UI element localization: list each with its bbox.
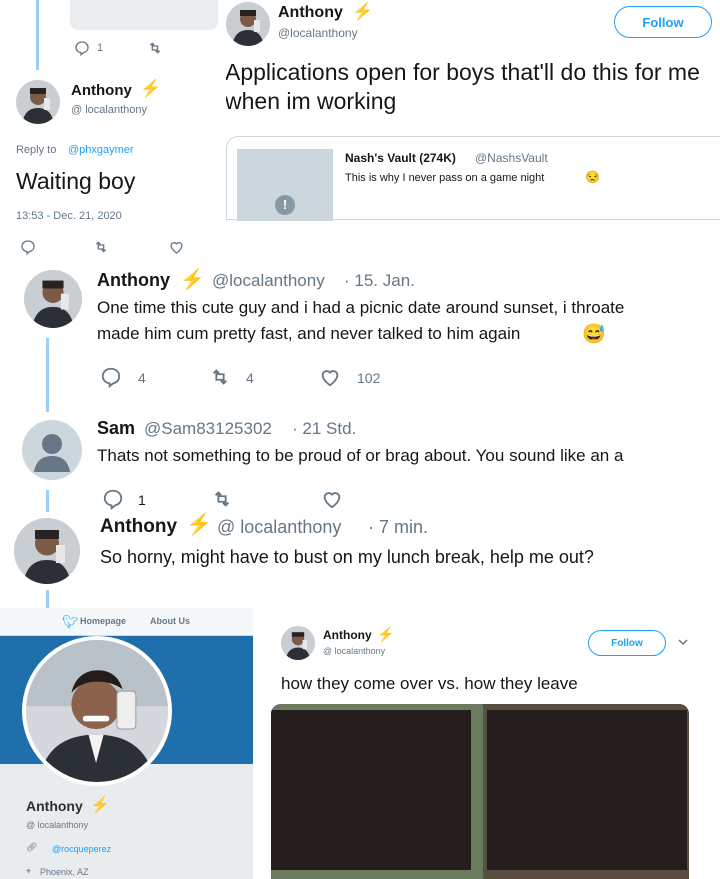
reply-icon[interactable] (20, 239, 36, 255)
follow-button[interactable]: Follow (614, 6, 712, 38)
display-name[interactable]: Anthony (71, 82, 132, 99)
censor-box-left (271, 710, 471, 870)
tweet-text: Thats not something to be proud of or br… (97, 446, 624, 465)
profile-card: 🐦︎ Homepage About Us Anthony ⚡ @ localan… (0, 608, 253, 879)
nav-homepage[interactable]: Homepage (80, 616, 126, 626)
handle[interactable]: @localanthony (278, 26, 358, 40)
emoji: 😅 (582, 324, 606, 345)
tweet-lunch-break: Anthony ⚡ @ localanthony · 7 min. So hor… (0, 512, 720, 608)
link-icon: 🔗︎ (26, 842, 38, 852)
reply-icon[interactable] (102, 488, 124, 510)
profile-link[interactable]: @rocqueperez (52, 844, 111, 854)
follow-label: Follow (642, 14, 684, 30)
tweet-applications: Anthony ⚡ @localanthony Follow Applicati… (218, 0, 720, 221)
like-icon[interactable] (168, 239, 185, 255)
twitter-bird-icon[interactable]: 🐦︎ (62, 614, 79, 630)
retweet-icon[interactable] (208, 366, 232, 388)
bolt-emoji: ⚡ (180, 269, 205, 291)
reply-label: Reply to (16, 144, 57, 156)
tweet-text: Applications open for boys that'll do th… (225, 59, 700, 114)
tweet-text: So horny, might have to bust on my lunch… (100, 547, 594, 567)
avatar[interactable] (226, 2, 270, 46)
like-icon[interactable] (318, 366, 342, 388)
thread-line (36, 0, 39, 70)
reply-icon[interactable] (74, 40, 90, 56)
retweet-icon[interactable] (146, 40, 164, 56)
tweet-time[interactable]: · 15. Jan. (344, 271, 415, 291)
bolt-emoji: ⚡ (377, 626, 395, 642)
quoted-media: ! (237, 149, 333, 221)
handle[interactable]: @ localanthony (217, 517, 341, 538)
quoted-handle: @NashsVault (475, 151, 548, 165)
like-icon[interactable] (320, 488, 344, 510)
reply-icon[interactable] (100, 366, 122, 388)
display-name[interactable]: Anthony (97, 270, 170, 291)
profile-avatar[interactable] (22, 636, 172, 786)
thread-line (46, 490, 49, 512)
censor-box-right (487, 710, 687, 870)
retweet-count: 4 (246, 370, 254, 386)
tweet-come-over: Anthony ⚡ @ localanthony Follow how they… (253, 608, 720, 879)
bolt-emoji: ⚡ (140, 79, 162, 98)
profile-name: Anthony (26, 798, 83, 814)
follow-label: Follow (611, 637, 643, 649)
avatar[interactable] (24, 270, 82, 328)
handle[interactable]: @Sam83125302 (144, 419, 272, 439)
tweet-time[interactable]: · 7 min. (368, 517, 428, 538)
retweet-icon[interactable] (92, 239, 110, 255)
display-name[interactable]: Sam (97, 418, 135, 439)
retweet-icon[interactable] (210, 488, 234, 510)
handle[interactable]: @ localanthony (323, 646, 385, 656)
display-name[interactable]: Anthony (100, 516, 177, 538)
reply-count: 1 (97, 42, 104, 54)
media-placeholder (70, 0, 218, 30)
thread-line (46, 338, 49, 412)
tweet-sam: Sam @Sam83125302 · 21 Std. Thats not som… (0, 412, 720, 512)
tweet-waiting-boy: Anthony ⚡ @ localanthony Reply to @phxga… (0, 70, 226, 265)
timestamp: 13:53 - Dec. 21, 2020 (16, 210, 122, 222)
tweet-text: how they come over vs. how they leave (281, 674, 578, 693)
avatar[interactable] (14, 518, 80, 584)
quoted-name: Nash's Vault (274K) (345, 151, 456, 165)
tweet-time[interactable]: · 21 Std. (292, 419, 356, 439)
thread-line (46, 590, 49, 608)
quoted-tweet[interactable]: ! Nash's Vault (274K) @NashsVault This i… (226, 136, 720, 221)
bolt-emoji: ⚡ (90, 797, 110, 814)
handle[interactable]: @localanthony (212, 271, 325, 291)
top-left-fragment: 1 (0, 0, 218, 70)
reply-count: 4 (138, 370, 146, 386)
tweet-picnic: Anthony ⚡ @localanthony · 15. Jan. One t… (0, 262, 720, 412)
display-name[interactable]: Anthony (323, 628, 372, 642)
reply-to-link[interactable]: @phxgaymer (68, 144, 134, 156)
like-count: 102 (357, 370, 381, 386)
quoted-text: This is why I never pass on a game night (345, 172, 545, 184)
quoted-emoji: 😒 (585, 170, 600, 184)
avatar[interactable] (16, 80, 60, 124)
profile-nav: 🐦︎ Homepage About Us (0, 608, 253, 636)
avatar[interactable] (281, 626, 315, 660)
profile-handle[interactable]: @ localanthony (26, 820, 88, 830)
bolt-emoji: ⚡ (186, 513, 213, 536)
profile-location: Phoenix, AZ (40, 867, 89, 877)
nav-about[interactable]: About Us (150, 616, 190, 626)
tweet-text-line2: made him cum pretty fast, and never talk… (97, 324, 521, 343)
chevron-down-icon[interactable] (678, 638, 688, 646)
location-icon: ⌖ (26, 866, 32, 876)
tweet-text-line1: One time this cute guy and i had a picni… (97, 298, 625, 317)
handle[interactable]: @ localanthony (71, 104, 147, 116)
follow-button[interactable]: Follow (588, 630, 666, 656)
display-name[interactable]: Anthony (278, 4, 343, 22)
reply-count: 1 (138, 492, 146, 508)
tweet-text: Waiting boy (16, 168, 136, 194)
warning-icon: ! (275, 195, 295, 215)
bolt-emoji: ⚡ (352, 2, 374, 21)
default-avatar[interactable] (22, 420, 82, 480)
tweet-media[interactable] (271, 704, 689, 879)
